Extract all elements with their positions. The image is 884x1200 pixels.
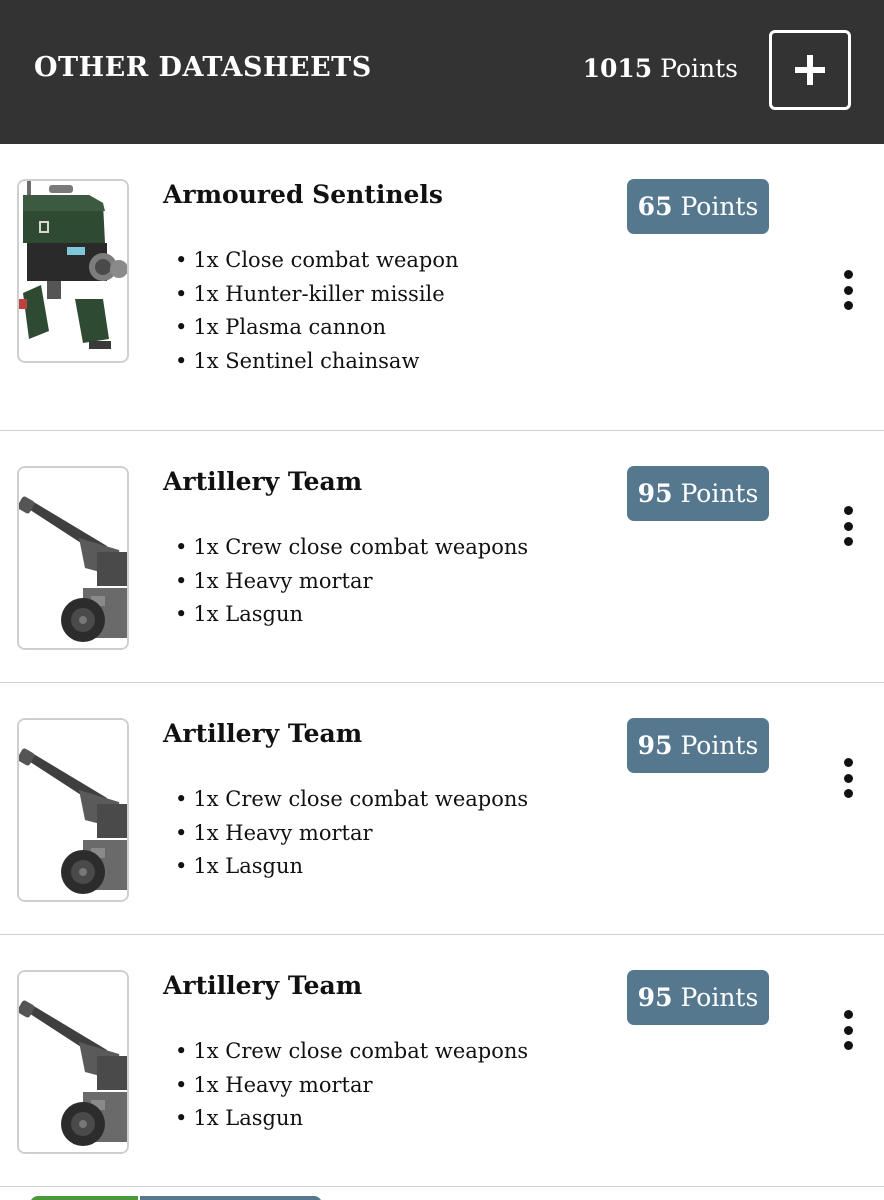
add-datasheet-button[interactable] bbox=[769, 30, 851, 110]
artillery-cannon-icon bbox=[17, 466, 129, 650]
wargear-item: 1x Sentinel chainsaw bbox=[175, 345, 459, 379]
unit-name: Artillery Team bbox=[163, 467, 363, 496]
wargear-item: 1x Heavy mortar bbox=[175, 565, 528, 599]
wargear-item: 1x Lasgun bbox=[175, 850, 528, 884]
points-label: Points bbox=[680, 731, 759, 760]
total-points-label: Points bbox=[660, 54, 738, 83]
datasheet-card[interactable]: Artillery Team 1x Crew close combat weap… bbox=[0, 431, 884, 683]
datasheet-card[interactable]: Artillery Team 1x Crew close combat weap… bbox=[0, 935, 884, 1187]
wargear-item: 1x Crew close combat weapons bbox=[175, 1035, 528, 1069]
points-label: Points bbox=[680, 192, 759, 221]
wargear-item: 1x Plasma cannon bbox=[175, 311, 459, 345]
sentinel-walker-icon bbox=[17, 179, 129, 363]
datasheet-list: Armoured Sentinels 1x Close combat weapo… bbox=[0, 144, 884, 1187]
wargear-list: 1x Crew close combat weapons 1x Heavy mo… bbox=[175, 531, 528, 632]
artillery-cannon-icon bbox=[17, 970, 129, 1154]
wargear-item: 1x Hunter-killer missile bbox=[175, 278, 459, 312]
points-label: Points bbox=[680, 479, 759, 508]
points-value: 95 bbox=[637, 731, 673, 760]
wargear-item: 1x Heavy mortar bbox=[175, 817, 528, 851]
wargear-item: 1x Close combat weapon bbox=[175, 244, 458, 278]
wargear-list: 1x Close combat weapon 1x Hunter-killer … bbox=[175, 244, 459, 379]
plus-icon bbox=[795, 55, 825, 85]
wargear-item: 1x Lasgun bbox=[175, 598, 528, 632]
bottom-blue-button[interactable] bbox=[140, 1196, 322, 1200]
points-value: 95 bbox=[637, 479, 673, 508]
more-options-icon[interactable] bbox=[836, 1010, 860, 1050]
bottom-action-bar bbox=[0, 1188, 884, 1200]
datasheet-card[interactable]: Armoured Sentinels 1x Close combat weapo… bbox=[0, 144, 884, 431]
points-badge: 65 Points bbox=[627, 179, 769, 234]
wargear-item: 1x Lasgun bbox=[175, 1102, 528, 1136]
page-header: OTHER DATASHEETS 1015 Points bbox=[0, 0, 884, 144]
unit-name: Artillery Team bbox=[163, 719, 363, 748]
points-label: Points bbox=[680, 983, 759, 1012]
unit-name: Artillery Team bbox=[163, 971, 363, 1000]
more-options-icon[interactable] bbox=[836, 270, 860, 310]
unit-name: Armoured Sentinels bbox=[163, 180, 443, 209]
bottom-green-button[interactable] bbox=[30, 1196, 138, 1200]
points-badge: 95 Points bbox=[627, 970, 769, 1025]
total-points: 1015 Points bbox=[583, 54, 738, 83]
wargear-list: 1x Crew close combat weapons 1x Heavy mo… bbox=[175, 783, 528, 884]
points-badge: 95 Points bbox=[627, 466, 769, 521]
more-options-icon[interactable] bbox=[836, 506, 860, 546]
points-badge: 95 Points bbox=[627, 718, 769, 773]
points-value: 95 bbox=[637, 983, 673, 1012]
wargear-item: 1x Crew close combat weapons bbox=[175, 531, 528, 565]
points-value: 65 bbox=[637, 192, 673, 221]
artillery-cannon-icon bbox=[17, 718, 129, 902]
more-options-icon[interactable] bbox=[836, 758, 860, 798]
datasheet-card[interactable]: Artillery Team 1x Crew close combat weap… bbox=[0, 683, 884, 935]
wargear-list: 1x Crew close combat weapons 1x Heavy mo… bbox=[175, 1035, 528, 1136]
page-title: OTHER DATASHEETS bbox=[34, 52, 372, 83]
total-points-value: 1015 bbox=[582, 54, 653, 83]
wargear-item: 1x Crew close combat weapons bbox=[175, 783, 528, 817]
wargear-item: 1x Heavy mortar bbox=[175, 1069, 528, 1103]
